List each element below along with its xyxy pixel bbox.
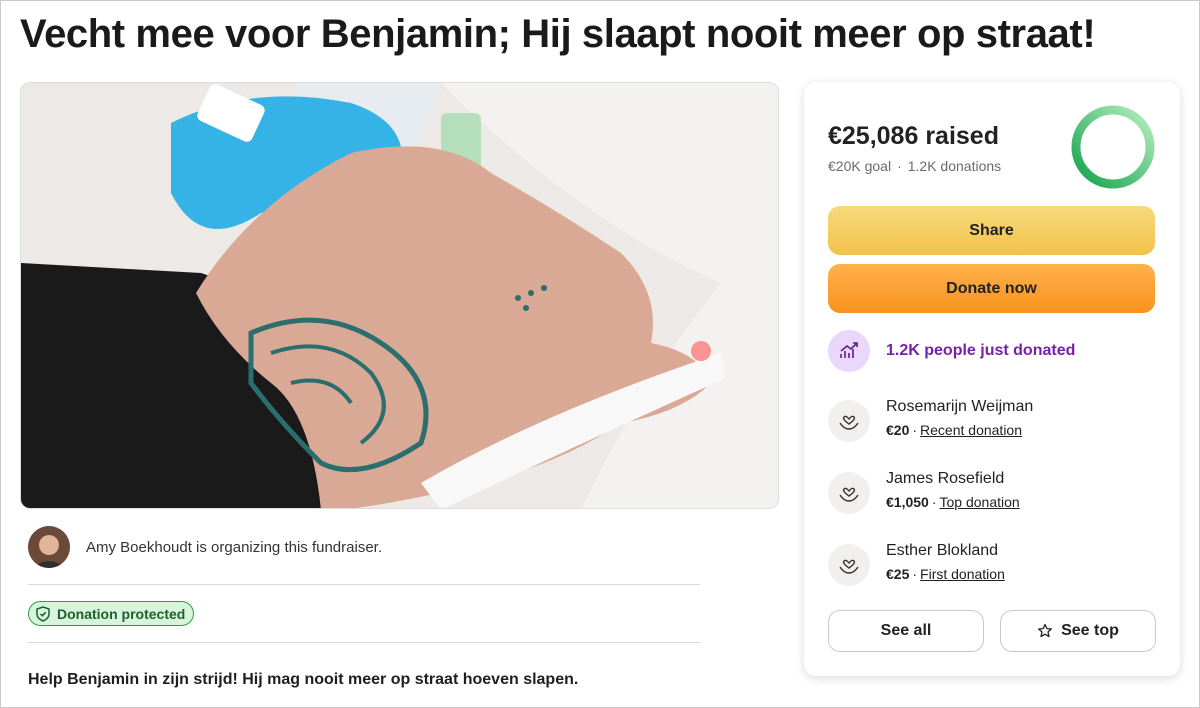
donor-item: James Rosefield €1,050 · Top donation (828, 468, 1148, 516)
donor-type-link[interactable]: Top donation (940, 494, 1020, 510)
see-all-button[interactable]: See all (828, 610, 984, 652)
see-all-label: See all (880, 622, 932, 639)
shield-check-icon (36, 605, 50, 622)
hero-image (20, 82, 779, 509)
badge-label: Donation protected (57, 605, 186, 622)
donor-name: Rosemarijn Weijman (886, 398, 1034, 415)
see-top-button[interactable]: See top (1000, 610, 1156, 652)
story-heading: Help Benjamin in zijn strijd! Hij mag no… (28, 671, 579, 688)
donor-amount: €1,050 (886, 494, 929, 510)
organizer-row: Amy Boekhoudt is organizing this fundrai… (28, 526, 382, 568)
donation-card: €25,086 raised €20K goal · 1.2K donations … (804, 82, 1180, 676)
goal-amount: €20K goal (828, 158, 892, 174)
donor-name: James Rosefield (886, 470, 1005, 487)
divider (28, 642, 700, 643)
heart-hands-icon (828, 472, 870, 514)
donor-amount: €20 (886, 422, 910, 438)
heart-hands-icon (828, 544, 870, 586)
goal-meta: €20K goal · 1.2K donations (828, 158, 1002, 174)
donation-count: 1.2K donations (907, 158, 1002, 174)
donor-item: Esther Blokland €25 · First donation (828, 540, 1148, 588)
donate-now-button[interactable]: Donate now (828, 264, 1155, 313)
donor-type-link[interactable]: First donation (920, 566, 1005, 582)
see-top-label: See top (1061, 622, 1119, 639)
trending-up-icon (828, 330, 870, 372)
donation-protected-badge[interactable]: Donation protected (28, 601, 195, 626)
avatar[interactable] (28, 526, 70, 568)
recent-donations-trend: 1.2K people just donated (886, 342, 1076, 359)
page-title: Vecht mee voor Benjamin; Hij slaapt nooi… (20, 12, 1096, 56)
progress-ring (1071, 105, 1155, 189)
donor-amount: €25 (886, 566, 910, 582)
donor-name: Esther Blokland (886, 542, 999, 559)
donor-type-link[interactable]: Recent donation (920, 422, 1022, 438)
donor-item: Rosemarijn Weijman €20 · Recent donation (828, 396, 1148, 444)
organizer-text: Amy Boekhoudt is organizing this fundrai… (86, 538, 382, 556)
divider (28, 584, 700, 585)
heart-hands-icon (828, 400, 870, 442)
amount-raised: €25,086 raised (828, 122, 999, 150)
star-icon (1038, 623, 1053, 638)
share-button[interactable]: Share (828, 206, 1155, 255)
